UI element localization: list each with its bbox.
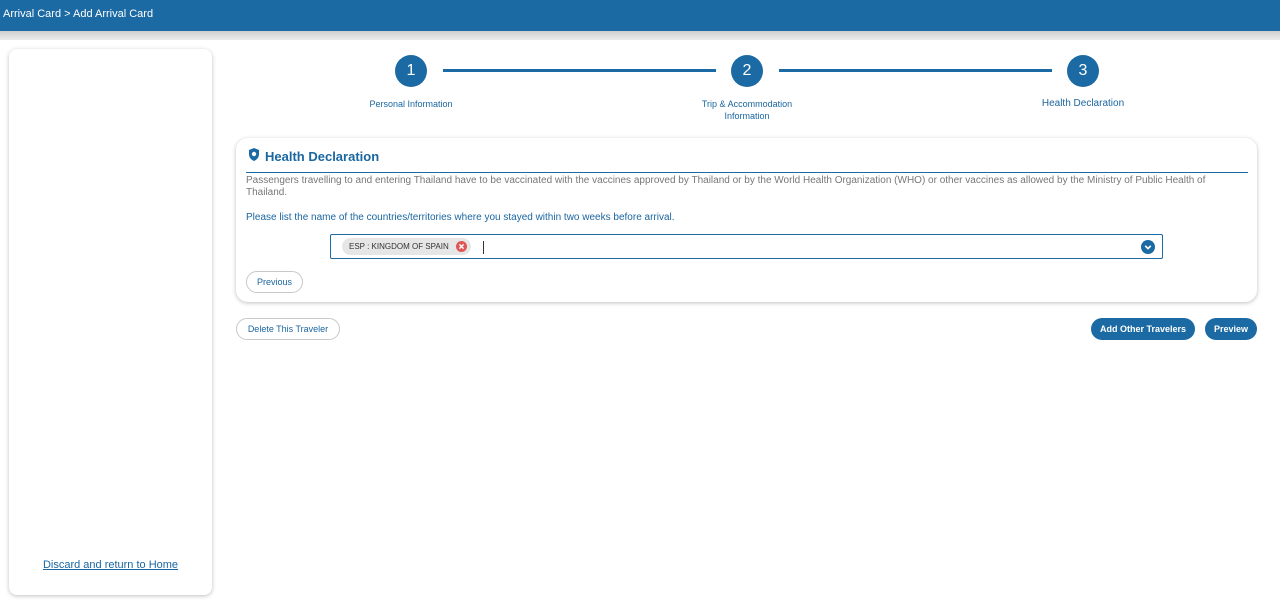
remove-chip-icon[interactable]: [455, 241, 467, 252]
chevron-down-icon[interactable]: [1141, 240, 1155, 254]
step-2-label-line2: Information: [724, 111, 770, 121]
header-shadow: [0, 31, 1280, 40]
selected-country-chip: ESP : KINGDOM OF SPAIN: [342, 238, 471, 255]
vaccination-notice: Passengers travelling to and entering Th…: [246, 175, 1206, 198]
discard-return-home-link[interactable]: Discard and return to Home: [9, 559, 212, 571]
add-other-travelers-button[interactable]: Add Other Travelers: [1091, 318, 1195, 340]
top-bar: Arrival Card > Add Arrival Card: [0, 0, 1280, 31]
delete-traveler-button[interactable]: Delete This Traveler: [236, 318, 340, 340]
step-2-circle: 2: [731, 55, 763, 87]
step-connector-1: [443, 69, 716, 72]
shield-icon: [248, 148, 265, 164]
countries-question: Please list the name of the countries/te…: [246, 212, 675, 223]
step-3-circle: 3: [1067, 55, 1099, 87]
step-1-label: Personal Information: [369, 99, 453, 109]
card-title: Health Declaration: [265, 148, 380, 164]
previous-button[interactable]: Previous: [246, 271, 303, 293]
step-2-label-line1: Trip & Accommodation: [701, 99, 793, 109]
step-3-label: Health Declaration: [1041, 98, 1125, 109]
card-heading: Health Declaration: [248, 148, 379, 164]
progress-stepper: 1 2 3 Personal Information Trip & Accomm…: [230, 55, 1260, 125]
sidebar-panel: Discard and return to Home: [9, 49, 212, 595]
chip-label: ESP : KINGDOM OF SPAIN: [349, 242, 449, 251]
text-cursor: [483, 241, 484, 254]
step-1-circle: 1: [395, 55, 427, 87]
breadcrumb: Arrival Card > Add Arrival Card: [3, 8, 154, 20]
preview-button[interactable]: Preview: [1205, 318, 1257, 340]
health-declaration-card: Health Declaration Passengers travelling…: [236, 138, 1257, 302]
countries-multiselect[interactable]: ESP : KINGDOM OF SPAIN: [330, 234, 1163, 259]
step-2-label: Trip & Accommodation Information: [667, 98, 827, 122]
title-divider: [246, 172, 1248, 173]
step-connector-2: [779, 69, 1052, 72]
